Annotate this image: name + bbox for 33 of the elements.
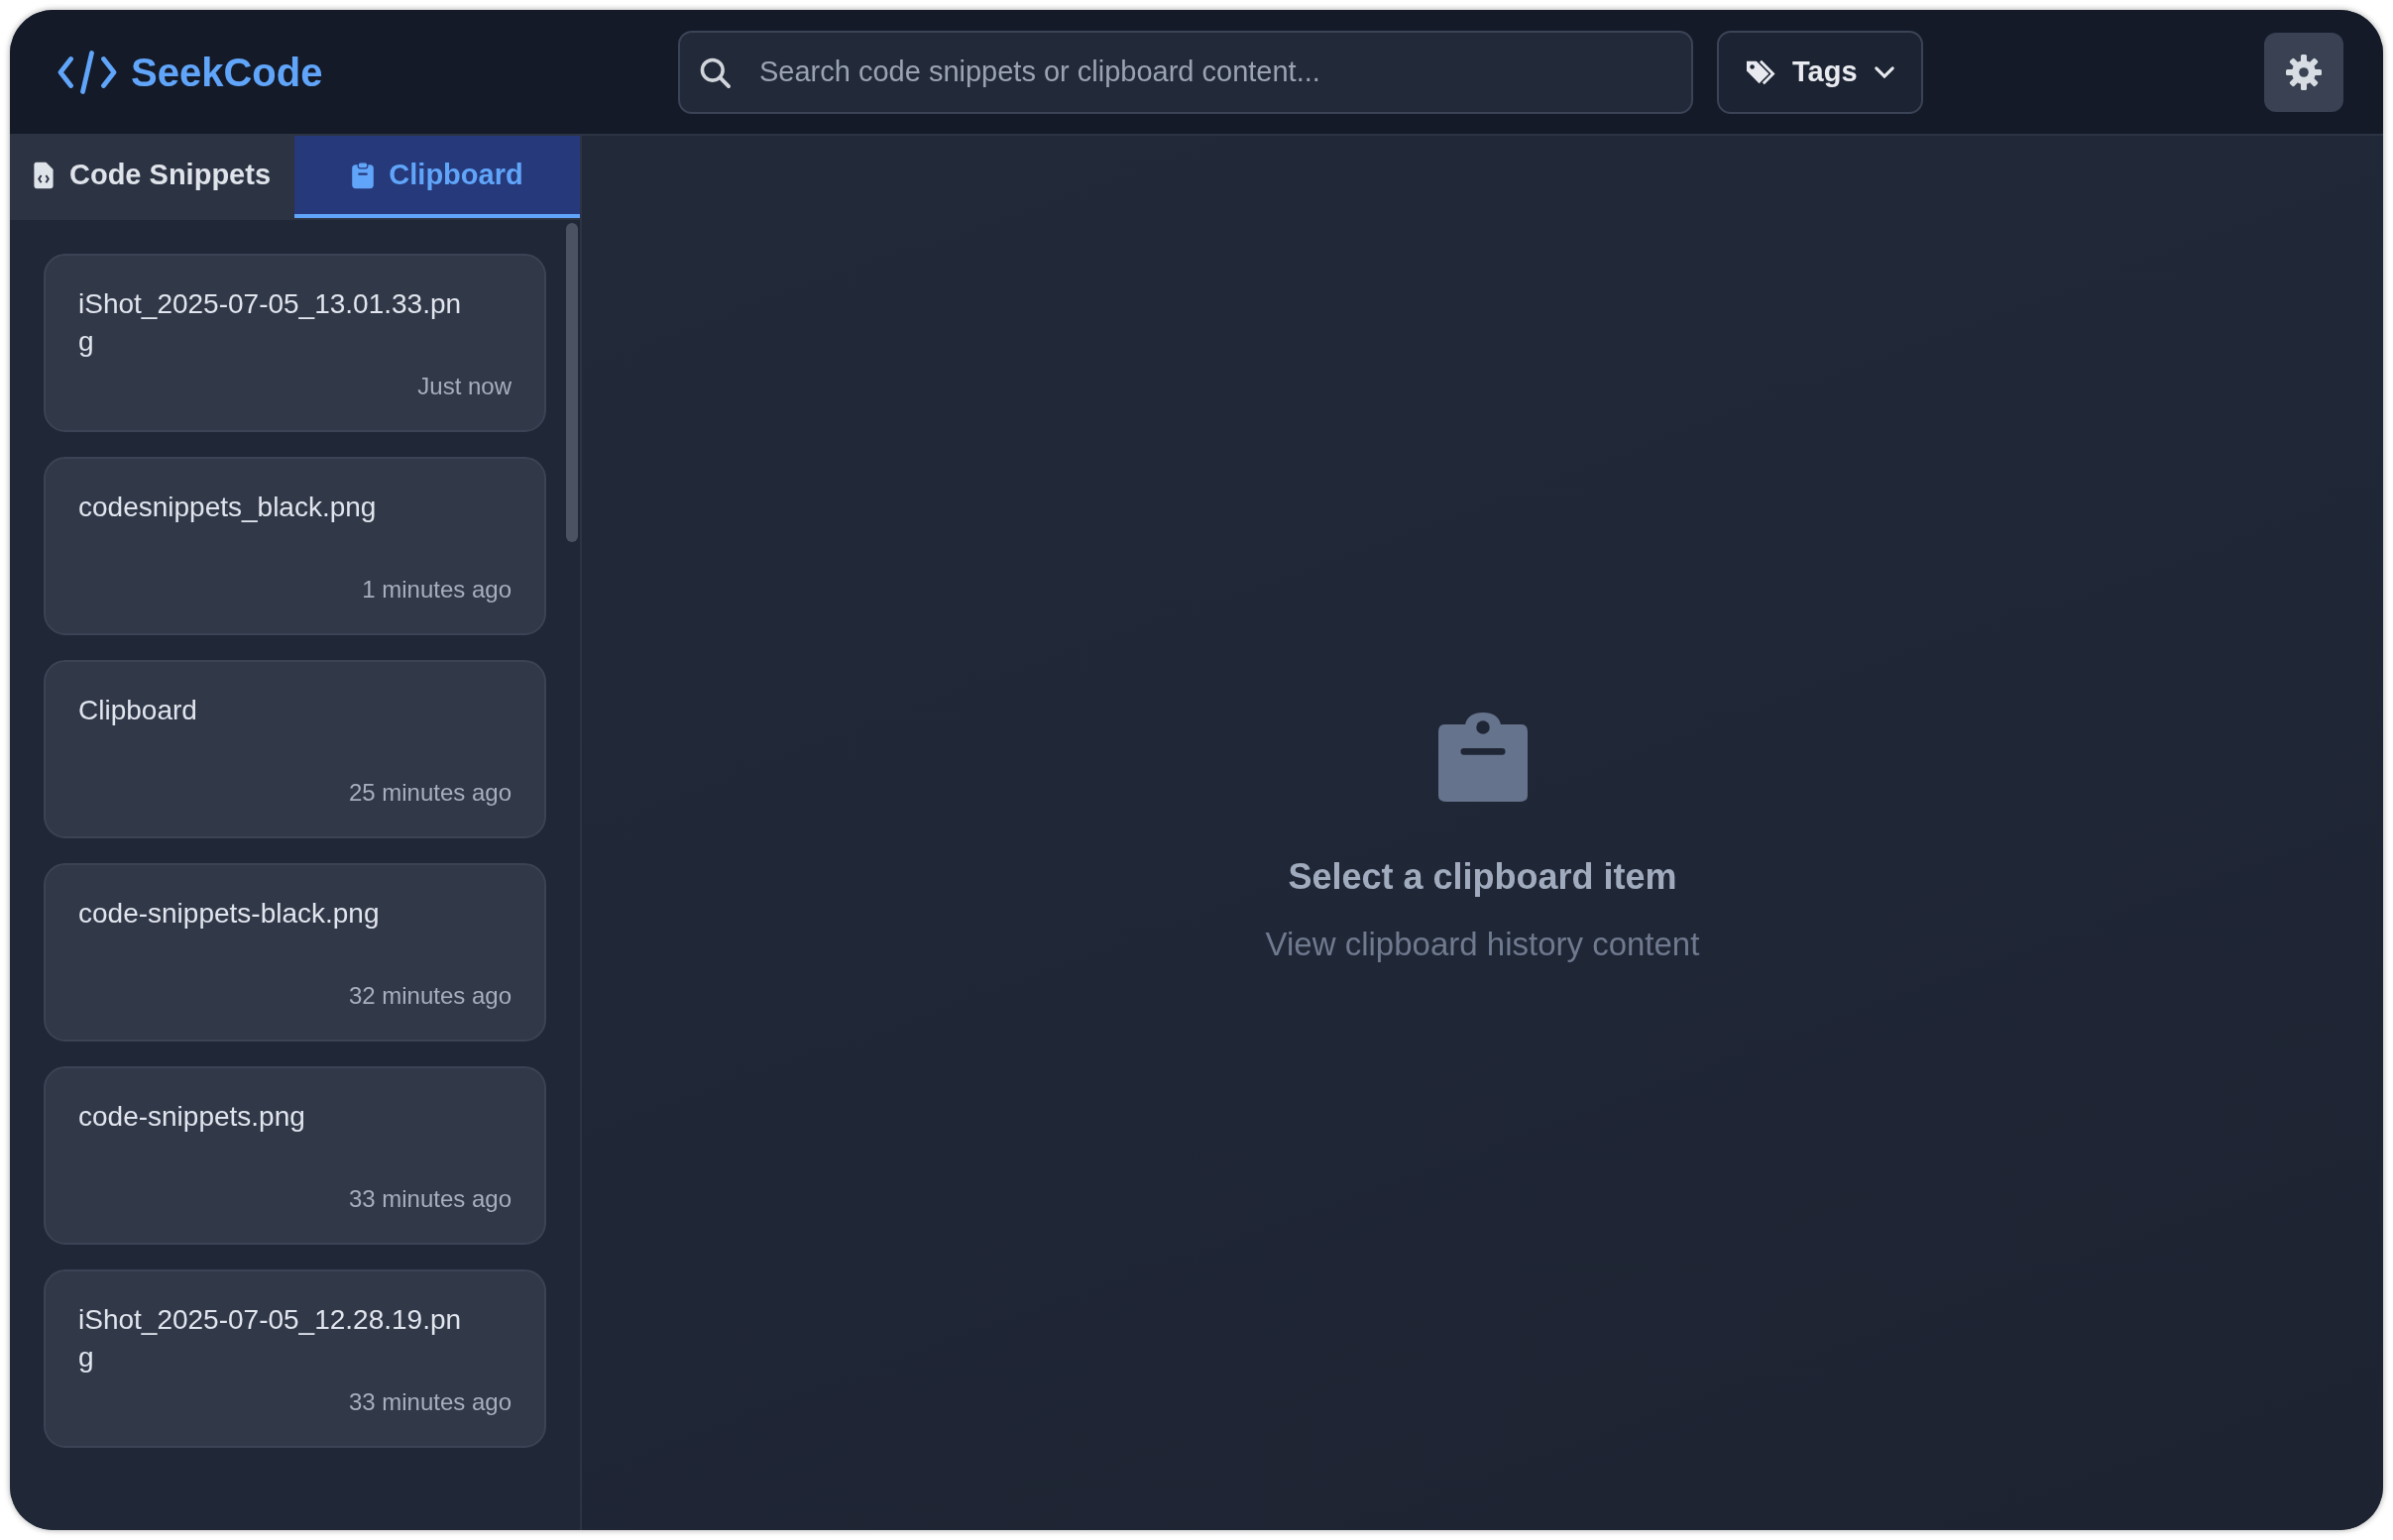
clipboard-item-card[interactable]: Clipboard 25 minutes ago	[44, 660, 546, 838]
item-title: iShot_2025-07-05_12.28.19.png	[78, 1303, 463, 1375]
item-title: codesnippets_black.png	[78, 491, 378, 524]
clipboard-icon	[351, 160, 376, 190]
item-title: Clipboard	[78, 694, 198, 727]
tags-icon	[1745, 57, 1776, 86]
item-timestamp: 32 minutes ago	[347, 981, 512, 1011]
code-file-icon	[32, 160, 56, 190]
tab[interactable]: Code Snippets	[10, 136, 294, 218]
empty-state-subtitle: View clipboard history content	[1265, 924, 1700, 964]
scrollbar-thumb[interactable]	[566, 223, 578, 542]
item-timestamp: 33 minutes ago	[347, 1387, 512, 1417]
tab[interactable]: Clipboard	[294, 136, 580, 218]
item-title: code-snippets.png	[78, 1100, 306, 1134]
app-logo-text: SeekCode	[131, 49, 323, 96]
clipboard-item-card[interactable]: code-snippets-black.png 32 minutes ago	[44, 863, 546, 1042]
clipboard-item-card[interactable]: iShot_2025-07-05_13.01.33.png Just now	[44, 254, 546, 432]
tags-dropdown-button[interactable]: Tags	[1717, 30, 1923, 114]
chevron-down-icon	[1873, 64, 1895, 79]
search-field[interactable]: Search code snippets or clipboard content...	[678, 30, 1693, 114]
item-timestamp: 1 minutes ago	[361, 575, 512, 605]
empty-state-title: Select a clipboard item	[1288, 854, 1677, 899]
settings-icon	[2286, 54, 2322, 90]
code-icon	[57, 48, 117, 96]
item-title: iShot_2025-07-05_13.01.33.png	[78, 287, 463, 359]
clipboard-item-card[interactable]: code-snippets.png 33 minutes ago	[44, 1066, 546, 1245]
item-timestamp: 33 minutes ago	[347, 1184, 512, 1214]
item-timestamp: Just now	[416, 372, 512, 401]
item-title: code-snippets-black.png	[78, 897, 381, 931]
settings-button[interactable]	[2264, 32, 2343, 112]
clipboard-item-card[interactable]: codesnippets_black.png 1 minutes ago	[44, 457, 546, 635]
item-timestamp: 25 minutes ago	[347, 778, 512, 808]
clipboard-item-card[interactable]: iShot_2025-07-05_12.28.19.png 33 minutes ago	[44, 1269, 546, 1448]
